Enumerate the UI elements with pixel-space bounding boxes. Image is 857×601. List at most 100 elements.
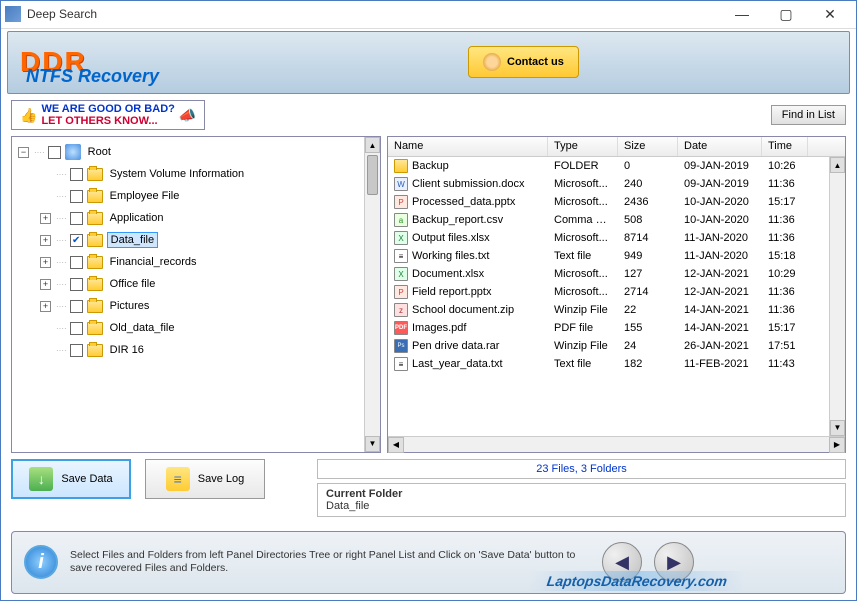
promo-banner[interactable]: 👍 WE ARE GOOD OR BAD? LET OTHERS KNOW...… [11, 100, 205, 130]
file-name: Output files.xlsx [412, 232, 490, 244]
node-label: Pictures [107, 299, 153, 313]
file-date: 26-JAN-2021 [678, 340, 762, 352]
save-data-button[interactable]: Save Data [11, 459, 131, 499]
scroll-right-icon[interactable]: ▶ [829, 437, 845, 453]
list-row[interactable]: XOutput files.xlsxMicrosoft...871411-JAN… [388, 229, 845, 247]
save-log-button[interactable]: Save Log [145, 459, 265, 499]
tree-scrollbar[interactable]: ▲ ▼ [364, 137, 380, 451]
node-label: Data_file [107, 232, 158, 248]
person-icon [483, 53, 501, 71]
checkbox[interactable]: ✔ [70, 234, 83, 247]
expand-icon[interactable]: + [40, 301, 51, 312]
tree-node[interactable]: +····Financial_records [14, 251, 362, 273]
col-type[interactable]: Type [548, 137, 618, 156]
col-size[interactable]: Size [618, 137, 678, 156]
expand-icon[interactable]: + [40, 213, 51, 224]
file-size: 949 [618, 250, 678, 262]
checkbox[interactable] [70, 344, 83, 357]
info-icon: i [24, 545, 58, 579]
checkbox[interactable] [70, 322, 83, 335]
scroll-up-icon[interactable]: ▲ [830, 157, 845, 173]
expand-icon[interactable]: + [40, 235, 51, 246]
list-row[interactable]: WClient submission.docxMicrosoft...24009… [388, 175, 845, 193]
file-date: 12-JAN-2021 [678, 286, 762, 298]
checkbox[interactable] [70, 300, 83, 313]
tree-node[interactable]: ····System Volume Information [14, 163, 362, 185]
file-time: 15:18 [762, 250, 808, 262]
maximize-button[interactable]: ▢ [764, 1, 808, 27]
file-list-panel: Name Type Size Date Time BackupFOLDER009… [387, 136, 846, 452]
window-title: Deep Search [27, 7, 720, 21]
file-type: Microsoft... [548, 268, 618, 280]
drive-icon [65, 144, 81, 160]
scroll-up-icon[interactable]: ▲ [365, 137, 380, 153]
scroll-left-icon[interactable]: ◀ [388, 437, 404, 453]
minimize-button[interactable]: — [720, 1, 764, 27]
folder-icon [87, 212, 103, 225]
list-row[interactable]: zSchool document.zipWinzip File2214-JAN-… [388, 301, 845, 319]
checkbox[interactable] [70, 256, 83, 269]
col-time[interactable]: Time [762, 137, 808, 156]
node-label: Old_data_file [107, 321, 178, 335]
checkbox[interactable] [70, 168, 83, 181]
list-row[interactable]: ≡Last_year_data.txtText file18211-FEB-20… [388, 355, 845, 373]
zip-icon: z [394, 303, 408, 317]
pdf-icon: PDF [394, 321, 408, 335]
file-date: 10-JAN-2020 [678, 214, 762, 226]
checkbox[interactable] [70, 278, 83, 291]
expand-icon[interactable]: + [40, 257, 51, 268]
file-size: 127 [618, 268, 678, 280]
list-row[interactable]: PProcessed_data.pptxMicrosoft...243610-J… [388, 193, 845, 211]
node-label: Application [107, 211, 167, 225]
list-row[interactable]: XDocument.xlsxMicrosoft...12712-JAN-2021… [388, 265, 845, 283]
list-row[interactable]: PDFImages.pdfPDF file15514-JAN-202115:17 [388, 319, 845, 337]
list-row[interactable]: BackupFOLDER009-JAN-201910:26 [388, 157, 845, 175]
scroll-thumb[interactable] [367, 155, 378, 195]
file-name: Client submission.docx [412, 178, 525, 190]
file-name: Backup [412, 160, 449, 172]
tree-node[interactable]: +····Office file [14, 273, 362, 295]
close-button[interactable]: ✕ [808, 1, 852, 27]
list-row[interactable]: PsPen drive data.rarWinzip File2426-JAN-… [388, 337, 845, 355]
tree-node[interactable]: ····Employee File [14, 185, 362, 207]
list-header: Name Type Size Date Time [388, 137, 845, 157]
tree-body[interactable]: −····Root····System Volume Information··… [12, 137, 364, 451]
expand-icon[interactable]: + [40, 279, 51, 290]
tree-root[interactable]: −····Root [14, 141, 362, 163]
file-time: 11:43 [762, 358, 808, 370]
list-hscrollbar[interactable]: ◀ ▶ [388, 436, 845, 452]
list-row[interactable]: aBackup_report.csvComma S...50810-JAN-20… [388, 211, 845, 229]
tree-node[interactable]: ····DIR 16 [14, 339, 362, 361]
scroll-down-icon[interactable]: ▼ [365, 436, 380, 452]
tree-node[interactable]: ····Old_data_file [14, 317, 362, 339]
checkbox[interactable] [70, 212, 83, 225]
titlebar: Deep Search — ▢ ✕ [1, 1, 856, 29]
col-name[interactable]: Name [388, 137, 548, 156]
node-label: Root [85, 145, 114, 159]
col-date[interactable]: Date [678, 137, 762, 156]
checkbox[interactable] [48, 146, 61, 159]
folder-icon [87, 234, 103, 247]
save-data-label: Save Data [61, 473, 112, 485]
list-body[interactable]: BackupFOLDER009-JAN-201910:26WClient sub… [388, 157, 845, 435]
folder-icon [87, 300, 103, 313]
header-banner: DDR NTFS Recovery Contact us [7, 31, 850, 94]
tree-node[interactable]: +····Application [14, 207, 362, 229]
xls-icon: X [394, 267, 408, 281]
collapse-icon[interactable]: − [18, 147, 29, 158]
tree-node[interactable]: +····Pictures [14, 295, 362, 317]
scroll-down-icon[interactable]: ▼ [830, 420, 845, 436]
find-in-list-button[interactable]: Find in List [771, 105, 846, 125]
file-name: Document.xlsx [412, 268, 484, 280]
tree-node[interactable]: +····✔Data_file [14, 229, 362, 251]
file-name: Field report.pptx [412, 286, 491, 298]
file-type: Comma S... [548, 214, 618, 226]
folder-icon [87, 190, 103, 203]
file-size: 2436 [618, 196, 678, 208]
list-row[interactable]: ≡Working files.txtText file94911-JAN-202… [388, 247, 845, 265]
list-vscrollbar[interactable]: ▲ ▼ [829, 157, 845, 435]
checkbox[interactable] [70, 190, 83, 203]
list-row[interactable]: PField report.pptxMicrosoft...271412-JAN… [388, 283, 845, 301]
contact-us-button[interactable]: Contact us [468, 46, 579, 78]
node-label: DIR 16 [107, 343, 147, 357]
